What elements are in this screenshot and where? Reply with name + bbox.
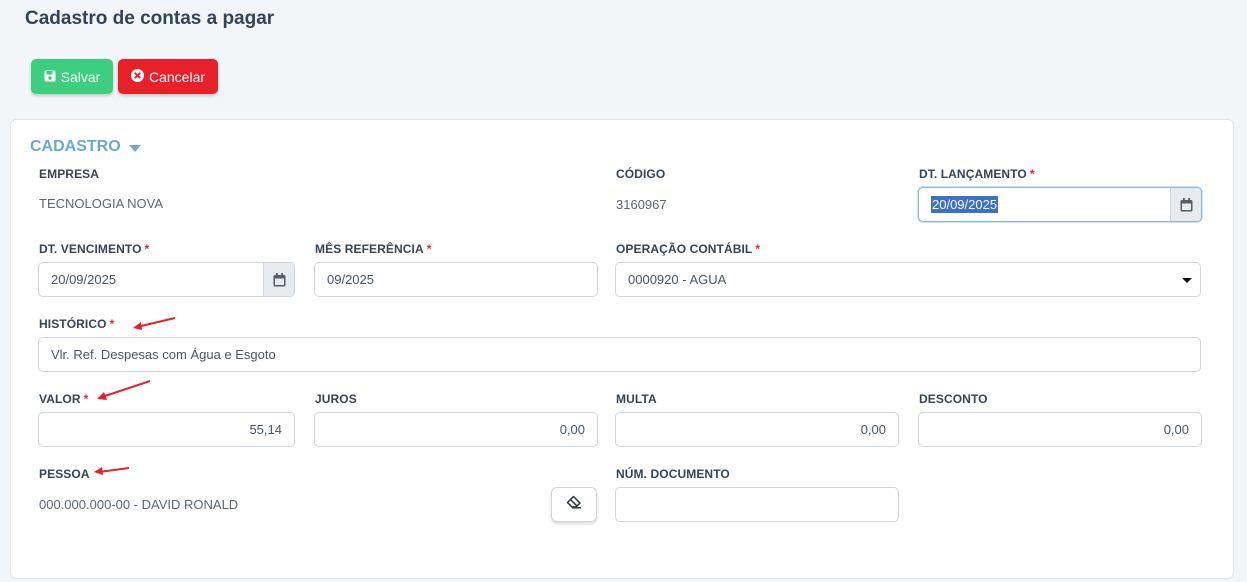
dt-lancamento-input[interactable]: 20/09/2025 — [918, 187, 1202, 222]
page-title: Cadastro de contas a pagar — [25, 8, 275, 29]
desconto-label: DESCONTO — [919, 392, 988, 406]
cadastro-card: CADASTRO EMPRESA TECNOLOGIA NOVA CÓDIGO … — [10, 119, 1234, 579]
desconto-input[interactable]: 0,00 — [918, 412, 1202, 447]
calendar-icon[interactable] — [263, 263, 294, 296]
dt-vencimento-label: DT. VENCIMENTO * — [39, 242, 150, 256]
juros-label: JUROS — [315, 392, 357, 406]
valor-value: 55,14 — [249, 422, 282, 437]
annotation-arrow — [133, 317, 176, 330]
section-toggle[interactable]: CADASTRO — [30, 138, 141, 156]
cancel-button-label: Cancelar — [148, 68, 206, 85]
desconto-value: 0,00 — [1163, 422, 1189, 437]
valor-label: VALOR * — [39, 392, 89, 406]
clear-pessoa-button[interactable] — [551, 487, 597, 522]
operacao-contabil-select[interactable]: 0000920 - AGUA — [615, 262, 1201, 297]
codigo-label: CÓDIGO — [616, 167, 666, 181]
dt-lancamento-value: 20/09/2025 — [931, 196, 999, 213]
multa-input[interactable]: 0,00 — [615, 412, 899, 447]
historico-input[interactable]: Vlr. Ref. Despesas com Água e Esgoto — [38, 337, 1201, 372]
historico-value: Vlr. Ref. Despesas com Água e Esgoto — [51, 347, 276, 362]
mes-referencia-value: 09/2025 — [327, 272, 374, 287]
valor-input[interactable]: 55,14 — [38, 412, 295, 447]
num-documento-input[interactable] — [615, 487, 899, 522]
historico-label: HISTÓRICO * — [39, 317, 115, 331]
section-title: CADASTRO — [30, 138, 121, 155]
multa-label: MULTA — [616, 392, 657, 406]
mes-referencia-input[interactable]: 09/2025 — [314, 262, 598, 297]
cancel-button[interactable]: Cancelar — [118, 59, 218, 94]
dt-vencimento-input[interactable]: 20/09/2025 — [38, 262, 295, 297]
dt-lancamento-label: DT. LANÇAMENTO * — [919, 167, 1035, 181]
operacao-contabil-value: 0000920 - AGUA — [628, 272, 727, 287]
dt-vencimento-value: 20/09/2025 — [51, 272, 117, 287]
num-documento-label: NÚM. DOCUMENTO — [616, 467, 730, 481]
chevron-down-icon — [1182, 278, 1192, 283]
multa-value: 0,00 — [860, 422, 886, 437]
save-button[interactable]: Salvar — [31, 59, 113, 94]
annotation-arrow — [94, 467, 130, 475]
operacao-contabil-label: OPERAÇÃO CONTÁBIL * — [616, 242, 761, 256]
eraser-icon — [566, 495, 582, 514]
empresa-value: TECNOLOGIA NOVA — [39, 196, 164, 211]
pessoa-label: PESSOA — [39, 467, 90, 481]
floppy-disk-icon — [44, 69, 56, 85]
annotation-arrow — [97, 380, 151, 400]
pessoa-value: 000.000.000-00 - DAVID RONALD — [39, 497, 239, 512]
empresa-label: EMPRESA — [39, 167, 100, 181]
juros-value: 0,00 — [559, 422, 585, 437]
codigo-value: 3160967 — [616, 197, 667, 212]
times-circle-icon — [130, 68, 144, 85]
mes-referencia-label: MÊS REFERÊNCIA * — [315, 242, 432, 256]
calendar-icon[interactable] — [1170, 188, 1201, 221]
juros-input[interactable]: 0,00 — [314, 412, 598, 447]
caret-down-icon — [128, 144, 141, 152]
save-button-label: Salvar — [60, 68, 101, 85]
